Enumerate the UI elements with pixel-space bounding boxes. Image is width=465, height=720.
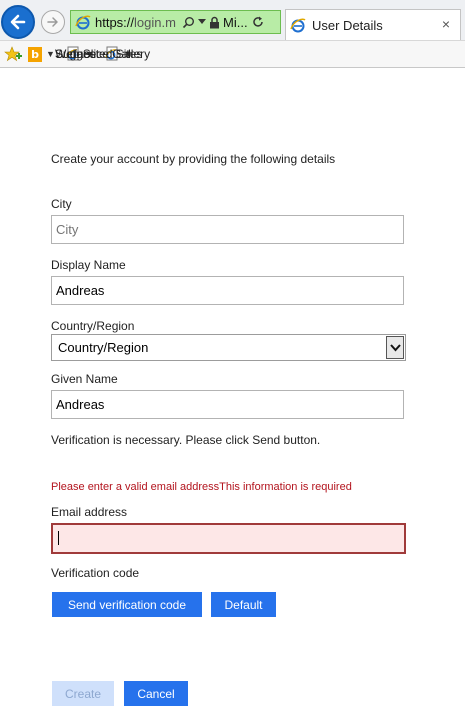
forward-button[interactable] [41, 10, 65, 34]
refresh-icon[interactable] [252, 16, 264, 28]
email-label: Email address [51, 505, 128, 519]
favorites-star-icon[interactable] [4, 45, 22, 63]
tab-title: User Details [312, 17, 383, 33]
site-identity[interactable]: Mi... [223, 15, 249, 30]
given-name-input[interactable] [51, 390, 404, 419]
bing-icon: b [28, 46, 42, 62]
navigation-bar: https://login.m Mi... User Details × [0, 0, 465, 40]
chevron-down-icon[interactable] [386, 336, 404, 359]
intro-text: Create your account by providing the fol… [51, 152, 336, 166]
chevron-down-icon: ▼ [46, 49, 55, 59]
back-arrow-icon [10, 14, 26, 30]
create-button[interactable]: Create [52, 681, 114, 706]
address-bar[interactable]: https://login.m Mi... [70, 10, 281, 34]
display-name-input[interactable] [51, 276, 404, 305]
country-region-label: Country/Region [51, 319, 135, 333]
signup-form: Create your account by providing the fol… [0, 68, 465, 720]
favorite-web-slice-gallery[interactable]: Web Slice Gallery ▼ [55, 46, 150, 62]
city-input[interactable] [51, 215, 404, 244]
country-region-select[interactable]: Country/Region [51, 334, 406, 361]
ie-icon [75, 15, 91, 30]
favorite-suggested-sites[interactable]: b Suggested Sites ▼ [28, 46, 142, 62]
url-text[interactable]: https://login.m [95, 15, 179, 30]
city-label: City [51, 197, 72, 211]
back-button[interactable] [1, 5, 35, 39]
email-error-message: Please enter a valid email addressThis i… [51, 481, 352, 493]
default-button[interactable]: Default [211, 592, 276, 617]
send-verification-code-button[interactable]: Send verification code [52, 592, 202, 617]
close-tab-icon[interactable]: × [442, 16, 450, 32]
browser-chrome: https://login.m Mi... User Details × b S… [0, 0, 465, 68]
lock-icon[interactable] [209, 16, 220, 29]
cancel-button[interactable]: Cancel [124, 681, 188, 706]
verification-code-label: Verification code [51, 566, 140, 580]
forward-arrow-icon [47, 17, 58, 27]
dropdown-icon[interactable] [198, 19, 206, 25]
country-region-selected: Country/Region [58, 340, 149, 355]
search-icon[interactable] [182, 16, 195, 29]
given-name-label: Given Name [51, 372, 118, 386]
ie-icon [290, 18, 306, 33]
tab-user-details[interactable]: User Details × [285, 9, 461, 40]
email-input[interactable] [51, 523, 406, 554]
display-name-label: Display Name [51, 258, 126, 272]
favorites-bar: b Suggested Sites ▼ Surface ▼ Web Slice … [0, 40, 465, 67]
text-cursor [58, 531, 59, 545]
verification-note: Verification is necessary. Please click … [51, 433, 321, 447]
